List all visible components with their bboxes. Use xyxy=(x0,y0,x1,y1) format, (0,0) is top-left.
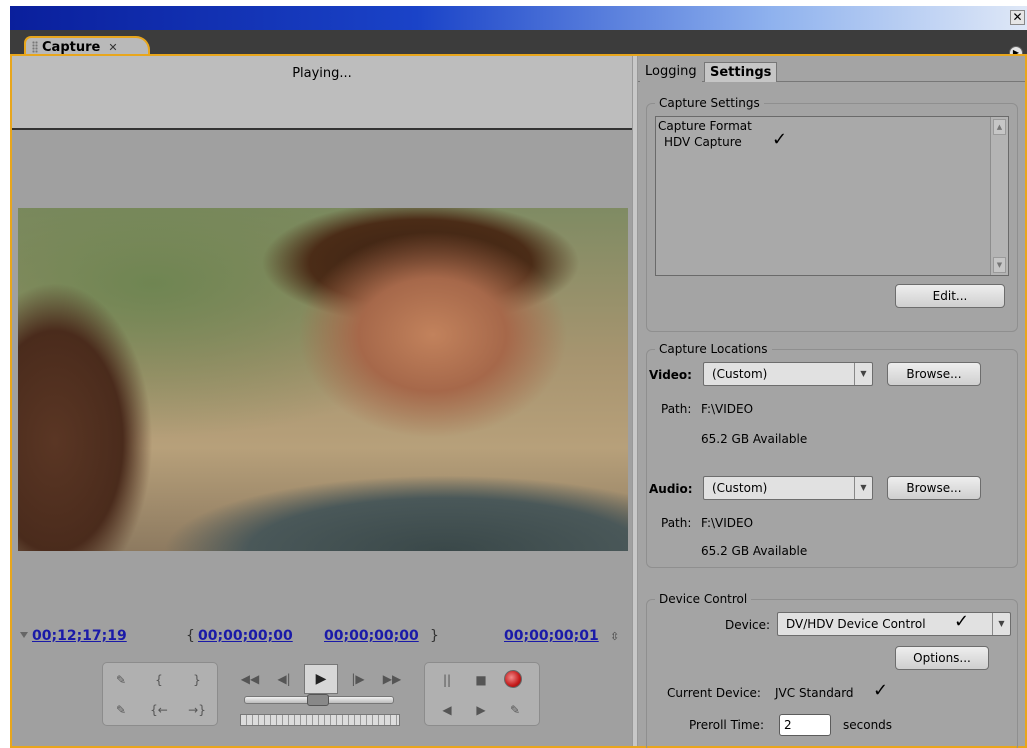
tab-logging[interactable]: Logging xyxy=(640,62,702,82)
chevron-down-icon[interactable]: ▼ xyxy=(854,477,872,499)
capture-locations-legend: Capture Locations xyxy=(659,342,768,356)
stop-icon[interactable]: ■ xyxy=(469,669,493,691)
transport-controls: ✎ { } ✎ {← →} ◀◀ ◀| ▶ |▶ ▶▶ || ■ ◀ ▶ ✎ xyxy=(100,662,542,742)
scroll-up-icon[interactable]: ▲ xyxy=(993,119,1006,135)
device-select[interactable]: DV/HDV Device Control ✓ ▼ xyxy=(777,611,1011,636)
current-device-value: JVC Standard xyxy=(775,686,854,700)
audio-browse-button[interactable]: Browse... xyxy=(887,476,981,500)
pause-icon[interactable]: || xyxy=(435,669,459,691)
preroll-time-input[interactable]: 2 xyxy=(779,714,831,736)
scroll-down-icon[interactable]: ▼ xyxy=(993,257,1006,273)
set-in-icon[interactable]: { xyxy=(147,669,171,691)
device-control-group: Device Control Device: DV/HDV Device Con… xyxy=(646,592,1018,748)
audio-location-select[interactable]: (Custom) ▼ xyxy=(703,476,873,500)
record-button-group: || ■ ◀ ▶ ✎ xyxy=(424,662,540,726)
options-button[interactable]: Options... xyxy=(895,646,989,670)
marker-button-group: ✎ { } ✎ {← →} xyxy=(102,662,218,726)
shuttle-control[interactable] xyxy=(240,714,400,726)
play-button[interactable]: ▶ xyxy=(304,664,338,694)
timecode-bar: 00;12;17;19 { 00;00;00;00 00;00;00;00 } … xyxy=(18,626,628,648)
window-title-bar: ✕ xyxy=(10,6,1027,30)
capture-format-value: HDV Capture xyxy=(664,135,742,149)
check-icon: ✓ xyxy=(954,611,970,632)
video-preview xyxy=(18,208,628,551)
video-browse-button[interactable]: Browse... xyxy=(887,362,981,386)
check-icon: ✓ xyxy=(873,680,889,701)
set-out-icon[interactable]: } xyxy=(185,669,209,691)
preroll-unit: seconds xyxy=(843,718,893,732)
scrollbar[interactable]: ▲ ▼ xyxy=(990,117,1008,275)
video-label: Video: xyxy=(649,368,692,382)
goto-in-icon[interactable]: {← xyxy=(147,699,171,721)
next-scene-icon[interactable]: ▶ xyxy=(469,699,493,721)
step-forward-icon[interactable]: |▶ xyxy=(346,668,370,690)
timecode-menu-icon[interactable] xyxy=(20,632,28,638)
capture-locations-group: Capture Locations Video: (Custom) ▼ Brow… xyxy=(646,342,1018,568)
video-location-select[interactable]: (Custom) ▼ xyxy=(703,362,873,386)
device-label: Device: xyxy=(725,618,771,632)
jog-handle[interactable] xyxy=(307,694,329,706)
video-path-value: F:\VIDEO xyxy=(701,402,754,416)
out-point-timecode[interactable]: 00;00;00;00 xyxy=(324,628,419,644)
step-back-icon[interactable]: ◀| xyxy=(272,668,296,690)
settings-panel: Logging Settings Capture Settings Captur… xyxy=(638,56,1025,748)
goto-out-icon[interactable]: →} xyxy=(185,699,209,721)
settings-tabs: Logging Settings xyxy=(638,60,1025,82)
capture-settings-list: Capture Format HDV Capture ✓ ▲ ▼ xyxy=(655,116,1009,276)
audio-path-label: Path: xyxy=(661,516,692,530)
scene-icon[interactable]: ✎ xyxy=(109,669,133,691)
check-icon: ✓ xyxy=(772,129,788,150)
scene-detect-icon[interactable]: ✎ xyxy=(503,699,527,721)
audio-location-value: (Custom) xyxy=(712,481,768,495)
record-button[interactable] xyxy=(504,670,522,688)
audio-available: 65.2 GB Available xyxy=(701,544,808,558)
edit-button[interactable]: Edit... xyxy=(895,284,1005,308)
window-close-button[interactable]: ✕ xyxy=(1010,10,1025,25)
capture-panel-tab[interactable]: Capture ✕ xyxy=(24,36,150,56)
chevron-down-icon[interactable]: ▼ xyxy=(854,363,872,385)
tab-settings[interactable]: Settings xyxy=(704,62,778,82)
duration-timecode[interactable]: 00;00;00;01 xyxy=(504,628,599,644)
current-timecode[interactable]: 00;12;17;19 xyxy=(32,628,127,644)
capture-settings-group: Capture Settings Capture Format HDV Capt… xyxy=(646,96,1018,332)
audio-path-value: F:\VIDEO xyxy=(701,516,754,530)
video-available: 65.2 GB Available xyxy=(701,432,808,446)
capture-monitor: Playing... 00;12;17;19 { 00;00;00;00 00;… xyxy=(12,56,632,746)
grip-icon[interactable] xyxy=(32,41,38,53)
previous-scene-icon[interactable]: ◀ xyxy=(435,699,459,721)
in-point-timecode[interactable]: 00;00;00;00 xyxy=(198,628,293,644)
chevron-down-icon[interactable]: ▼ xyxy=(992,613,1010,635)
panel-tab-title: Capture xyxy=(42,39,101,55)
panel-tab-strip: Capture ✕ ▶ xyxy=(10,30,1027,60)
in-bracket-icon: { xyxy=(186,628,195,644)
device-control-legend: Device Control xyxy=(659,592,748,606)
preroll-label: Preroll Time: xyxy=(689,718,764,732)
close-icon[interactable]: ✕ xyxy=(108,41,117,54)
capture-settings-legend: Capture Settings xyxy=(659,96,760,110)
fast-forward-icon[interactable]: ▶▶ xyxy=(380,668,404,690)
video-path-label: Path: xyxy=(661,402,692,416)
rewind-icon[interactable]: ◀◀ xyxy=(238,668,262,690)
resize-icon[interactable]: ⇳ xyxy=(610,630,619,643)
current-device-label: Current Device: xyxy=(667,686,761,700)
clip-icon[interactable]: ✎ xyxy=(109,699,133,721)
jog-slider[interactable] xyxy=(244,694,394,706)
status-area: Playing... xyxy=(12,56,632,130)
audio-label: Audio: xyxy=(649,482,693,496)
capture-format-label: Capture Format xyxy=(658,119,752,133)
device-value: DV/HDV Device Control xyxy=(786,617,926,631)
out-bracket-icon: } xyxy=(430,628,439,644)
status-text: Playing... xyxy=(292,66,352,81)
video-location-value: (Custom) xyxy=(712,367,768,381)
